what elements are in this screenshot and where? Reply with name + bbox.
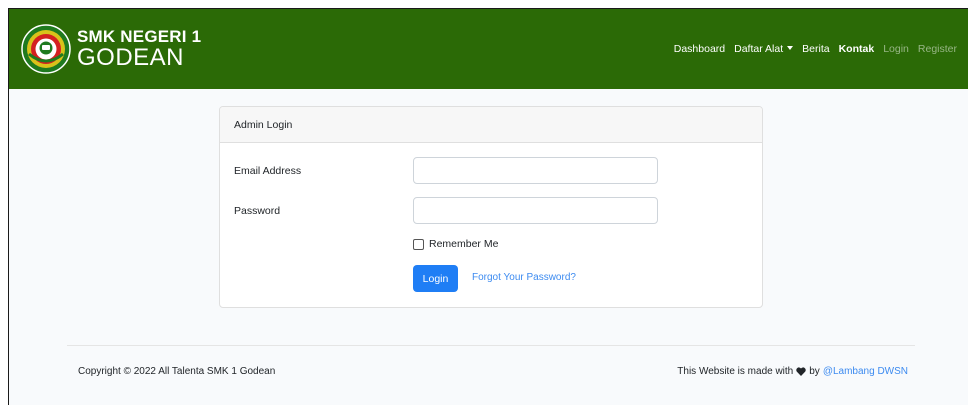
school-emblem-icon xyxy=(21,24,71,74)
author-link[interactable]: @Lambang DWSN xyxy=(823,366,908,377)
card-header: Admin Login xyxy=(220,107,762,143)
email-field[interactable] xyxy=(413,157,658,184)
forgot-password-link[interactable]: Forgot Your Password? xyxy=(472,272,576,283)
nav-links: Dashboard Daftar Alat Berita Kontak Logi… xyxy=(665,43,957,55)
remember-me-label: Remember Me xyxy=(429,238,499,250)
brand-title-line2: GODEAN xyxy=(77,44,185,71)
remember-me[interactable]: Remember Me xyxy=(413,238,498,250)
password-field[interactable] xyxy=(413,197,658,224)
nav-daftar-alat-dropdown[interactable]: Daftar Alat xyxy=(734,43,794,55)
nav-login[interactable]: Login xyxy=(883,43,909,55)
nav-register[interactable]: Register xyxy=(918,43,957,55)
top-navbar: SMK NEGERI 1 GODEAN Dashboard Daftar Ala… xyxy=(9,9,968,89)
nav-kontak[interactable]: Kontak xyxy=(839,43,875,55)
footer-credit: This Website is made with by @Lambang DW… xyxy=(677,366,908,377)
footer-divider xyxy=(67,345,915,346)
nav-dashboard[interactable]: Dashboard xyxy=(674,43,725,55)
password-label: Password xyxy=(234,205,281,217)
remember-me-checkbox[interactable] xyxy=(413,238,424,250)
brand[interactable]: SMK NEGERI 1 GODEAN xyxy=(21,24,201,74)
nav-berita[interactable]: Berita xyxy=(802,43,829,55)
email-label: Email Address xyxy=(234,165,302,177)
login-button[interactable]: Login xyxy=(413,265,458,292)
copyright-text: Copyright © 2022 All Talenta SMK 1 Godea… xyxy=(78,366,276,377)
admin-login-card: Admin Login Email Address Password Remem… xyxy=(219,106,763,308)
caret-down-icon xyxy=(787,46,794,50)
page-frame: SMK NEGERI 1 GODEAN Dashboard Daftar Ala… xyxy=(8,8,968,405)
credit-by: by xyxy=(809,366,820,377)
brand-title-line1: SMK NEGERI 1 xyxy=(77,27,202,46)
credit-prefix: This Website is made with xyxy=(677,366,794,377)
heart-icon xyxy=(796,367,806,376)
nav-daftar-alat-label: Daftar Alat xyxy=(734,43,784,55)
